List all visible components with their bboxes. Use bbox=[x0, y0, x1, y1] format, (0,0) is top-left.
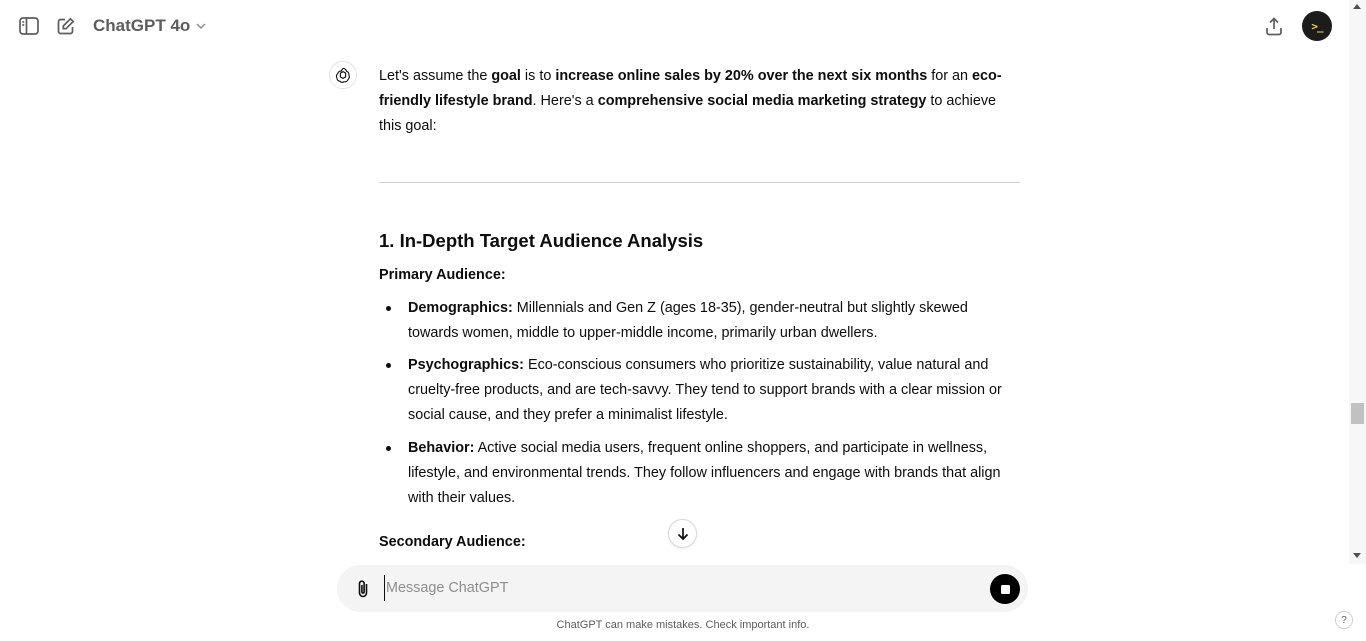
section-heading: 1. In-Depth Target Audience Analysis bbox=[379, 230, 704, 251]
intro-text: for an bbox=[927, 68, 973, 84]
intro-bold: increase online sales by 20% over the ne… bbox=[555, 68, 928, 84]
model-switcher[interactable]: ChatGPT 4o bbox=[93, 15, 206, 37]
list-item-label: Behavior: bbox=[408, 440, 475, 456]
scroll-to-bottom-button[interactable] bbox=[668, 519, 697, 548]
divider bbox=[379, 182, 1020, 183]
intro-text: is to bbox=[520, 68, 556, 84]
list-item: Behavior: Active social media users, fre… bbox=[379, 436, 1020, 511]
arrow-down-icon bbox=[677, 527, 688, 540]
paperclip-icon bbox=[358, 580, 368, 598]
openai-logo-icon bbox=[335, 67, 350, 83]
assistant-message-intro: Let's assume the goal is to increase onl… bbox=[379, 64, 1020, 139]
edit-icon bbox=[57, 17, 74, 34]
message-composer bbox=[337, 565, 1028, 612]
intro-text: Let's assume the bbox=[379, 68, 492, 84]
help-button[interactable]: ? bbox=[1335, 611, 1353, 629]
list-item-text: Psychographics: Eco-conscious consumers … bbox=[408, 353, 1020, 428]
scrollbar[interactable] bbox=[1349, 0, 1366, 564]
list-item-label: Psychographics: bbox=[408, 357, 524, 373]
intro-text: . Here's a bbox=[532, 93, 598, 109]
message-input[interactable] bbox=[384, 575, 974, 601]
sidebar-toggle-icon[interactable] bbox=[16, 14, 42, 38]
bullet-dot bbox=[386, 363, 391, 368]
list-item-body: Active social media users, frequent onli… bbox=[408, 440, 1001, 506]
intro-bold: comprehensive social media marketing str… bbox=[597, 93, 927, 109]
bullet-dot bbox=[386, 446, 391, 451]
list-item-text: Behavior: Active social media users, fre… bbox=[408, 436, 1020, 511]
top-bar: ChatGPT 4o >_ bbox=[0, 0, 1349, 52]
chevron-down-icon bbox=[196, 23, 206, 29]
list-item: Psychographics: Eco-conscious consumers … bbox=[379, 353, 1020, 428]
intro-bold: goal bbox=[491, 68, 521, 84]
scroll-down-arrow-icon[interactable] bbox=[1353, 553, 1361, 558]
user-avatar[interactable]: >_ bbox=[1302, 11, 1332, 41]
secondary-audience-label: Secondary Audience: bbox=[379, 534, 526, 550]
list-item-text: Demographics: Millennials and Gen Z (age… bbox=[408, 296, 1020, 346]
avatar-text: >_ bbox=[1311, 19, 1323, 33]
attach-button[interactable] bbox=[352, 577, 374, 601]
scroll-up-arrow-icon[interactable] bbox=[1353, 4, 1361, 9]
scrollbar-thumb[interactable] bbox=[1351, 403, 1364, 424]
list-item-label: Demographics: bbox=[408, 300, 513, 316]
stop-generating-button[interactable] bbox=[990, 574, 1020, 604]
stop-icon bbox=[1000, 584, 1010, 594]
primary-audience-label: Primary Audience: bbox=[379, 267, 506, 283]
new-chat-button[interactable] bbox=[53, 14, 77, 38]
disclaimer: ChatGPT can make mistakes. Check importa… bbox=[556, 619, 810, 631]
share-icon bbox=[1266, 16, 1282, 35]
bullet-dot bbox=[386, 306, 391, 311]
list-item: Demographics: Millennials and Gen Z (age… bbox=[379, 296, 1020, 346]
share-button[interactable] bbox=[1261, 13, 1287, 39]
assistant-avatar bbox=[329, 61, 357, 89]
model-name: ChatGPT 4o bbox=[93, 16, 191, 35]
